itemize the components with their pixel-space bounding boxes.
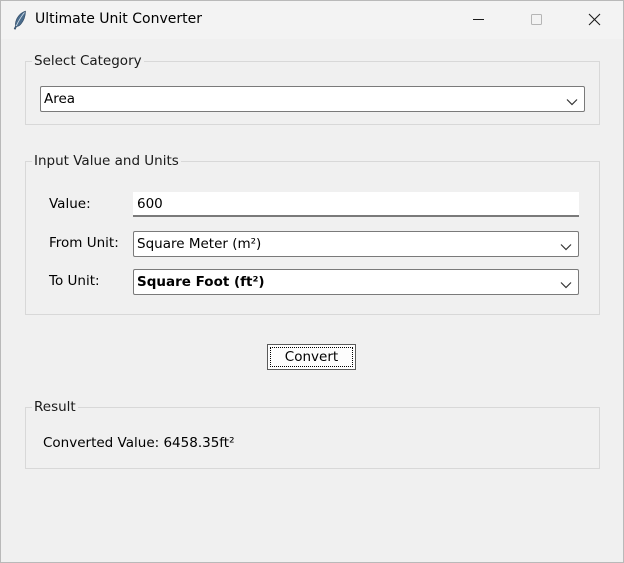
category-select[interactable]: Area — [40, 86, 585, 112]
feather-icon — [12, 10, 28, 30]
window-title: Ultimate Unit Converter — [35, 11, 202, 27]
from-unit-select[interactable]: Square Meter (m²) — [133, 231, 579, 257]
close-button[interactable] — [565, 1, 623, 39]
app-window: Ultimate Unit Converter Select Category … — [0, 0, 624, 563]
to-unit-select[interactable]: Square Foot (ft²) — [133, 269, 579, 295]
from-unit-select-value: Square Meter (m²) — [137, 236, 262, 252]
result-value: Converted Value: 6458.35ft² — [43, 435, 235, 451]
input-legend: Input Value and Units — [34, 153, 179, 169]
title-bar[interactable]: Ultimate Unit Converter — [1, 1, 623, 39]
minimize-button[interactable] — [449, 1, 507, 39]
value-label: Value: — [49, 196, 91, 212]
result-group: Result — [25, 399, 600, 469]
chevron-down-icon — [566, 95, 578, 106]
category-select-value: Area — [44, 91, 76, 107]
chevron-down-icon — [560, 240, 572, 251]
convert-button-label: Convert — [284, 349, 339, 365]
category-legend: Select Category — [34, 53, 142, 69]
to-unit-label: To Unit: — [49, 273, 100, 289]
chevron-down-icon — [560, 278, 572, 289]
result-legend: Result — [34, 399, 76, 415]
convert-button[interactable]: Convert — [267, 344, 356, 370]
to-unit-select-value: Square Foot (ft²) — [137, 274, 265, 290]
maximize-button[interactable] — [507, 1, 565, 39]
from-unit-label: From Unit: — [49, 235, 119, 251]
value-input[interactable] — [133, 192, 579, 217]
